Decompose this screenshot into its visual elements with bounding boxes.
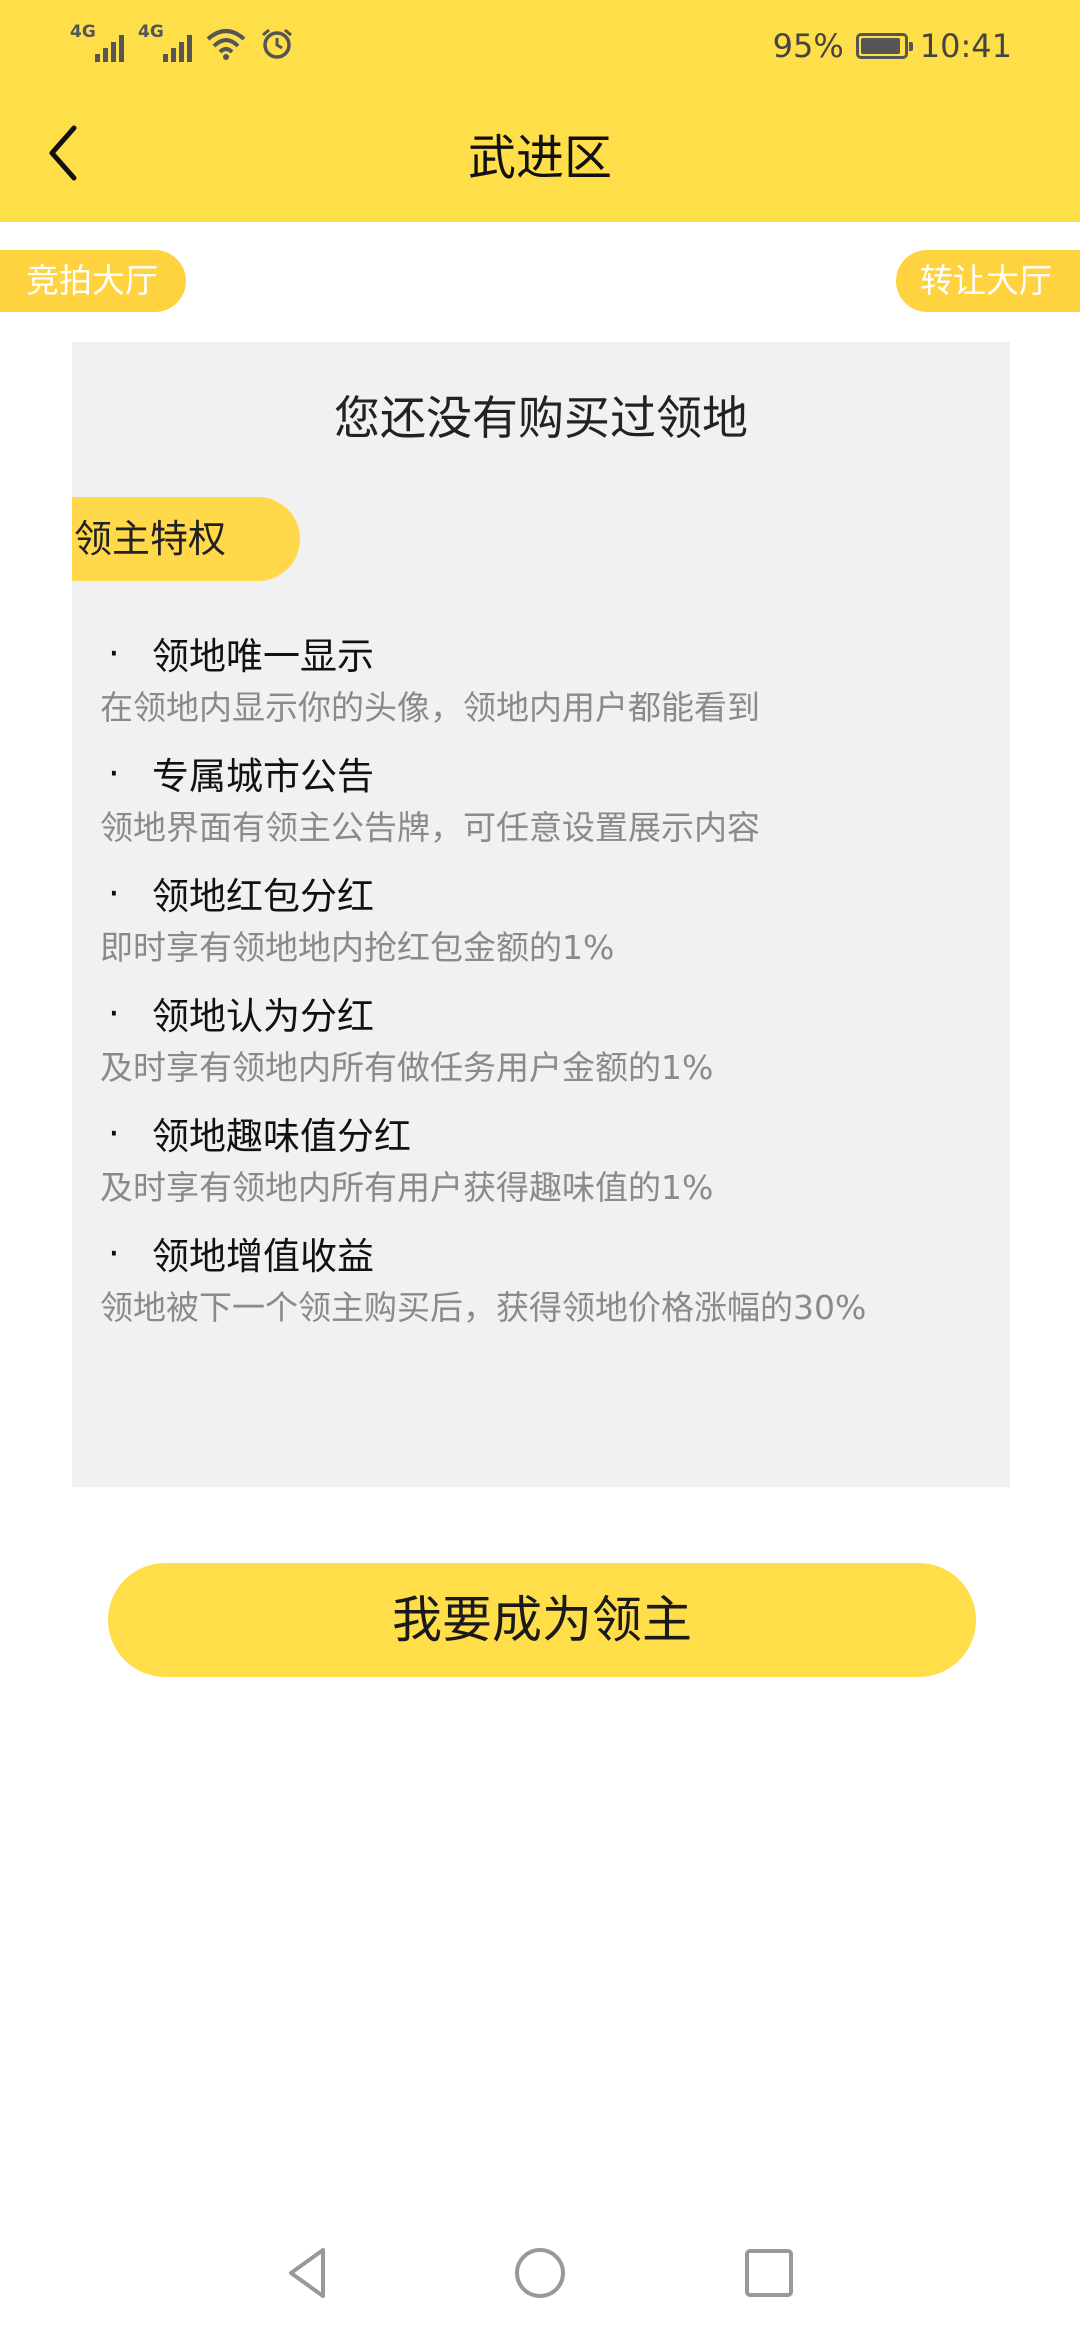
clock-time: 10:41 (919, 27, 1012, 65)
wifi-icon (206, 29, 246, 60)
alarm-icon (262, 28, 292, 59)
status-bar: 4G 4G 95% 10:41 (0, 0, 1080, 92)
list-item: · 领地认为分红 及时享有领地内所有做任务用户金额的1% (72, 988, 1010, 1108)
feature-description: 领地界面有领主公告牌，可任意设置展示内容 (100, 808, 760, 847)
page-title: 武进区 (467, 130, 612, 186)
privilege-list: · 领地唯一显示 在领地内显示你的头像，领地内用户都能看到 · 专属城市公告 领地界… (72, 628, 1010, 1348)
list-item: · 领地增值收益 领地被下一个领主购买后，获得领地价格涨幅的30% (72, 1228, 1010, 1348)
list-item: · 专属城市公告 领地界面有领主公告牌，可任意设置展示内容 (72, 748, 1010, 868)
signal-icon: 4G (138, 24, 192, 64)
feature-title: 领地增值收益 (152, 1235, 374, 1278)
bullet-icon: · (108, 631, 120, 675)
network-type-label: 4G (138, 22, 164, 42)
network-type-label: 4G (70, 22, 96, 42)
transfer-hall-button[interactable]: 转让大厅 (896, 250, 1080, 312)
system-nav-bar (0, 2210, 1080, 2340)
signal-icon: 4G (70, 24, 124, 64)
feature-title: 领地认为分红 (152, 995, 374, 1038)
empty-state-title: 您还没有购买过领地 (334, 391, 748, 445)
feature-title: 专属城市公告 (152, 755, 374, 798)
bullet-icon: · (108, 871, 120, 915)
feature-description: 及时享有领地内所有用户获得趣味值的1% (100, 1168, 714, 1207)
list-item: · 领地唯一显示 在领地内显示你的头像，领地内用户都能看到 (72, 628, 1010, 748)
bullet-icon: · (108, 1111, 120, 1155)
list-item: · 领地趣味值分红 及时享有领地内所有用户获得趣味值的1% (72, 1108, 1010, 1228)
become-lord-button[interactable]: 我要成为领主 (108, 1563, 976, 1677)
nav-recent-icon[interactable] (734, 2238, 804, 2308)
feature-description: 及时享有领地内所有做任务用户金额的1% (100, 1048, 714, 1087)
bullet-icon: · (108, 751, 120, 795)
feature-title: 领地红包分红 (152, 875, 374, 918)
list-item: · 领地红包分红 即时享有领地地内抢红包金额的1% (72, 868, 1010, 988)
feature-description: 即时享有领地地内抢红包金额的1% (100, 928, 615, 967)
auction-hall-button[interactable]: 竞拍大厅 (0, 250, 186, 312)
bullet-icon: · (108, 991, 120, 1035)
title-bar: 武进区 (0, 92, 1080, 222)
nav-home-icon[interactable] (505, 2238, 575, 2308)
battery-level-fill (860, 38, 901, 54)
status-icons-right: 95% 10:41 (773, 22, 1012, 70)
bullet-icon: · (108, 1231, 120, 1275)
lord-privileges-tag: 领主特权 (72, 497, 300, 581)
app-header: 4G 4G 95% 10:41 武进区 (0, 0, 1080, 222)
feature-description: 领地被下一个领主购买后，获得领地价格涨幅的30% (100, 1288, 867, 1327)
feature-title: 领地唯一显示 (152, 635, 374, 678)
territory-card: 您还没有购买过领地 领主特权 · 领地唯一显示 在领地内显示你的头像，领地内用户都… (72, 342, 1010, 1487)
feature-description: 在领地内显示你的头像，领地内用户都能看到 (100, 688, 760, 727)
nav-back-icon[interactable] (273, 2238, 343, 2308)
battery-percent: 95% (772, 27, 844, 65)
status-icons-left: 4G 4G (70, 22, 294, 66)
battery-icon (855, 33, 913, 59)
feature-title: 领地趣味值分红 (152, 1115, 411, 1158)
